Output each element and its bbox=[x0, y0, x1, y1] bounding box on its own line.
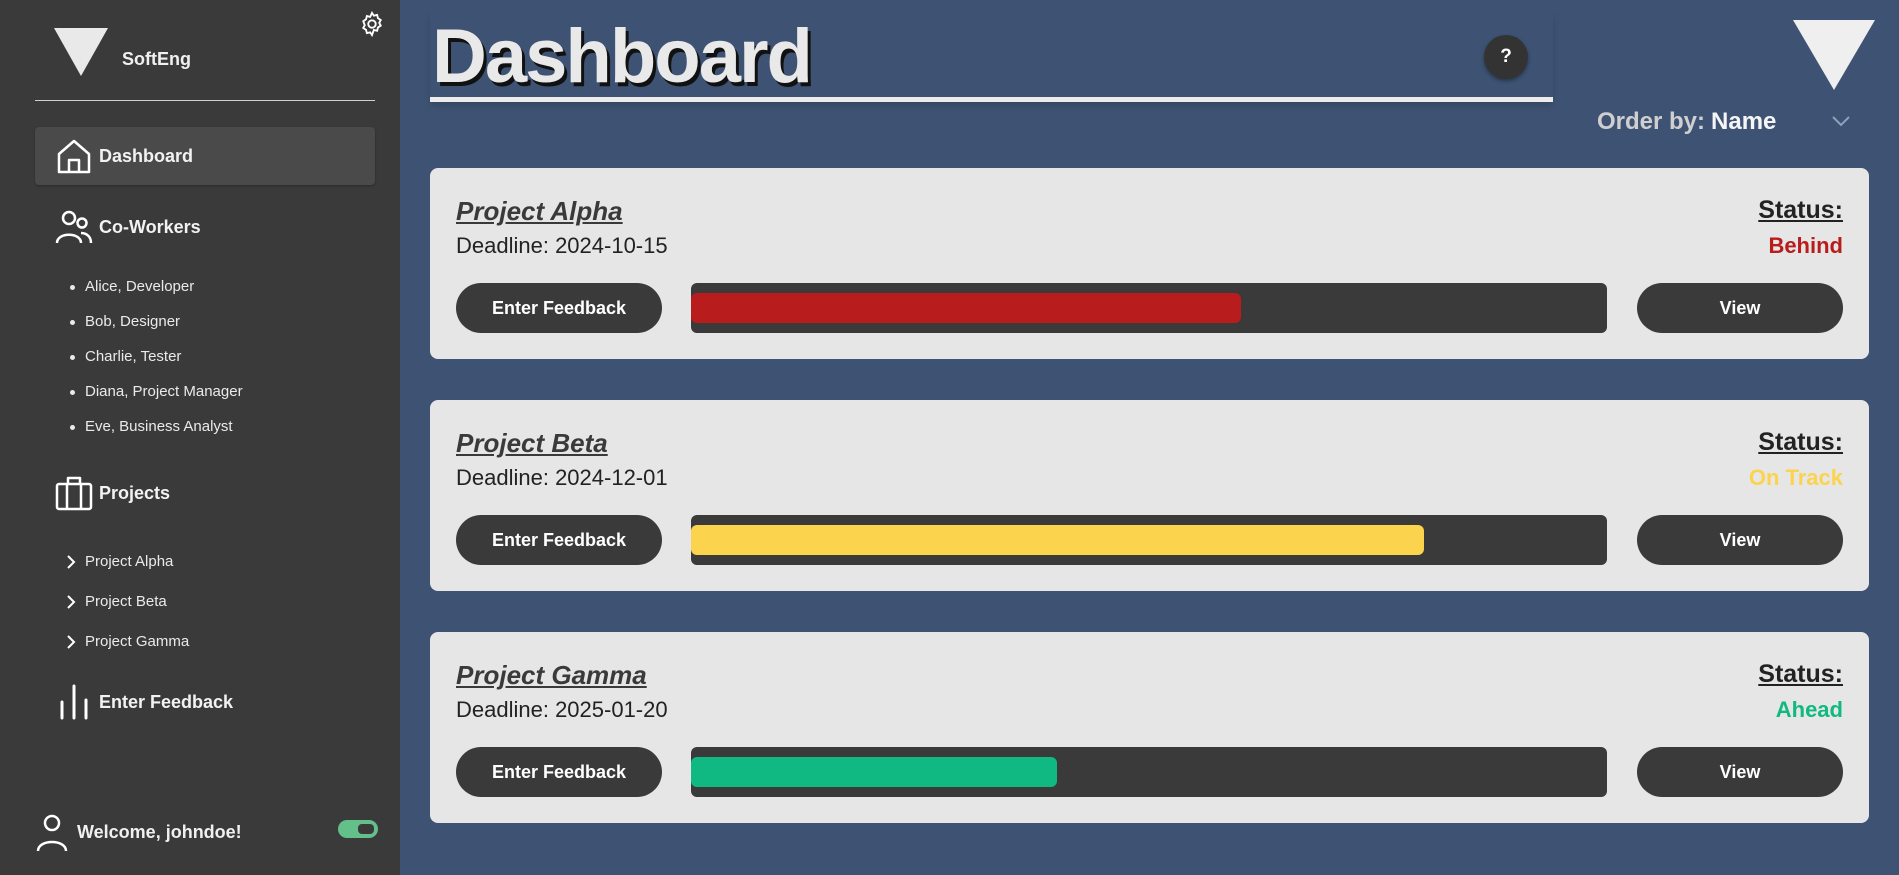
sidebar-item-feedback[interactable]: Enter Feedback bbox=[35, 673, 375, 731]
project-link-alpha[interactable]: Project Alpha bbox=[66, 542, 189, 582]
list-item: Alice, Developer bbox=[66, 275, 243, 310]
view-button[interactable]: View bbox=[1637, 283, 1843, 333]
project-deadline: Deadline: 2025-01-20 bbox=[456, 697, 668, 722]
chevron-right-icon bbox=[66, 554, 85, 570]
list-item: Eve, Business Analyst bbox=[66, 415, 243, 450]
user-icon bbox=[36, 814, 68, 852]
sidebar-divider bbox=[35, 100, 375, 101]
sidebar-item-coworkers[interactable]: Co-Workers bbox=[35, 198, 375, 256]
project-deadline: Deadline: 2024-12-01 bbox=[456, 465, 668, 490]
status-label: Status: bbox=[1758, 660, 1843, 688]
order-by-label: Order by: bbox=[1597, 108, 1706, 135]
logo-icon bbox=[54, 28, 108, 76]
progress-bar bbox=[691, 747, 1607, 797]
project-title[interactable]: Project Alpha bbox=[456, 196, 623, 227]
enter-feedback-button[interactable]: Enter Feedback bbox=[456, 515, 662, 565]
user-welcome: Welcome, johndoe! bbox=[35, 810, 380, 854]
project-card: Project Gamma Deadline: 2025-01-20 Statu… bbox=[430, 632, 1869, 823]
progress-fill bbox=[691, 757, 1058, 787]
project-link-label: Project Alpha bbox=[85, 553, 174, 570]
progress-fill bbox=[691, 525, 1424, 555]
users-icon bbox=[53, 206, 95, 248]
help-button[interactable]: ? bbox=[1484, 35, 1528, 79]
chevron-down-icon[interactable] bbox=[1830, 112, 1852, 130]
theme-toggle[interactable] bbox=[338, 820, 378, 838]
chevron-right-icon bbox=[66, 634, 85, 650]
project-link-list: Project Alpha Project Beta Project Gamma bbox=[66, 542, 189, 662]
sidebar-item-dashboard[interactable]: Dashboard bbox=[35, 127, 375, 185]
project-deadline: Deadline: 2024-10-15 bbox=[456, 233, 668, 258]
progress-bar bbox=[691, 515, 1607, 565]
coworker-list: Alice, Developer Bob, Designer Charlie, … bbox=[66, 275, 243, 450]
progress-fill bbox=[691, 293, 1241, 323]
status-value: Ahead bbox=[1775, 697, 1843, 722]
list-item: Bob, Designer bbox=[66, 310, 243, 345]
project-card: Project Alpha Deadline: 2024-10-15 Statu… bbox=[430, 168, 1869, 359]
order-by-value: Name bbox=[1711, 108, 1777, 135]
status-label: Status: bbox=[1758, 196, 1843, 224]
bar-chart-icon bbox=[53, 681, 95, 723]
briefcase-icon bbox=[53, 472, 95, 514]
list-item: Charlie, Tester bbox=[66, 345, 243, 380]
sidebar-item-label: Dashboard bbox=[99, 145, 194, 166]
chevron-right-icon bbox=[66, 594, 85, 610]
project-link-gamma[interactable]: Project Gamma bbox=[66, 622, 189, 662]
toggle-knob bbox=[358, 824, 374, 834]
home-icon bbox=[53, 135, 95, 177]
project-link-label: Project Gamma bbox=[85, 633, 190, 650]
project-link-label: Project Beta bbox=[85, 593, 167, 610]
project-title[interactable]: Project Gamma bbox=[456, 660, 647, 691]
page-title: Dashboard bbox=[432, 14, 813, 99]
enter-feedback-button[interactable]: Enter Feedback bbox=[456, 747, 662, 797]
gear-icon[interactable] bbox=[358, 10, 386, 38]
sidebar: SoftEng Dashboard Co-Workers Alice, Deve… bbox=[0, 0, 400, 875]
status-label: Status: bbox=[1758, 428, 1843, 456]
sidebar-item-label: Co-Workers bbox=[99, 216, 201, 237]
project-link-beta[interactable]: Project Beta bbox=[66, 582, 189, 622]
project-card: Project Beta Deadline: 2024-12-01 Status… bbox=[430, 400, 1869, 591]
welcome-text: Welcome, johndoe! bbox=[77, 821, 242, 842]
list-item: Diana, Project Manager bbox=[66, 380, 243, 415]
sidebar-item-projects[interactable]: Projects bbox=[35, 464, 375, 522]
enter-feedback-button[interactable]: Enter Feedback bbox=[456, 283, 662, 333]
order-by-select[interactable]: Order by: Name bbox=[1597, 108, 1776, 136]
progress-bar bbox=[691, 283, 1607, 333]
status-value: Behind bbox=[1768, 233, 1843, 258]
sidebar-item-label: Projects bbox=[99, 482, 171, 503]
brand-name: SoftEng bbox=[122, 49, 191, 69]
sidebar-item-label: Enter Feedback bbox=[99, 691, 234, 712]
menu-triangle-icon[interactable] bbox=[1793, 20, 1875, 90]
view-button[interactable]: View bbox=[1637, 747, 1843, 797]
view-button[interactable]: View bbox=[1637, 515, 1843, 565]
project-title[interactable]: Project Beta bbox=[456, 428, 608, 459]
status-value: On Track bbox=[1748, 465, 1843, 490]
